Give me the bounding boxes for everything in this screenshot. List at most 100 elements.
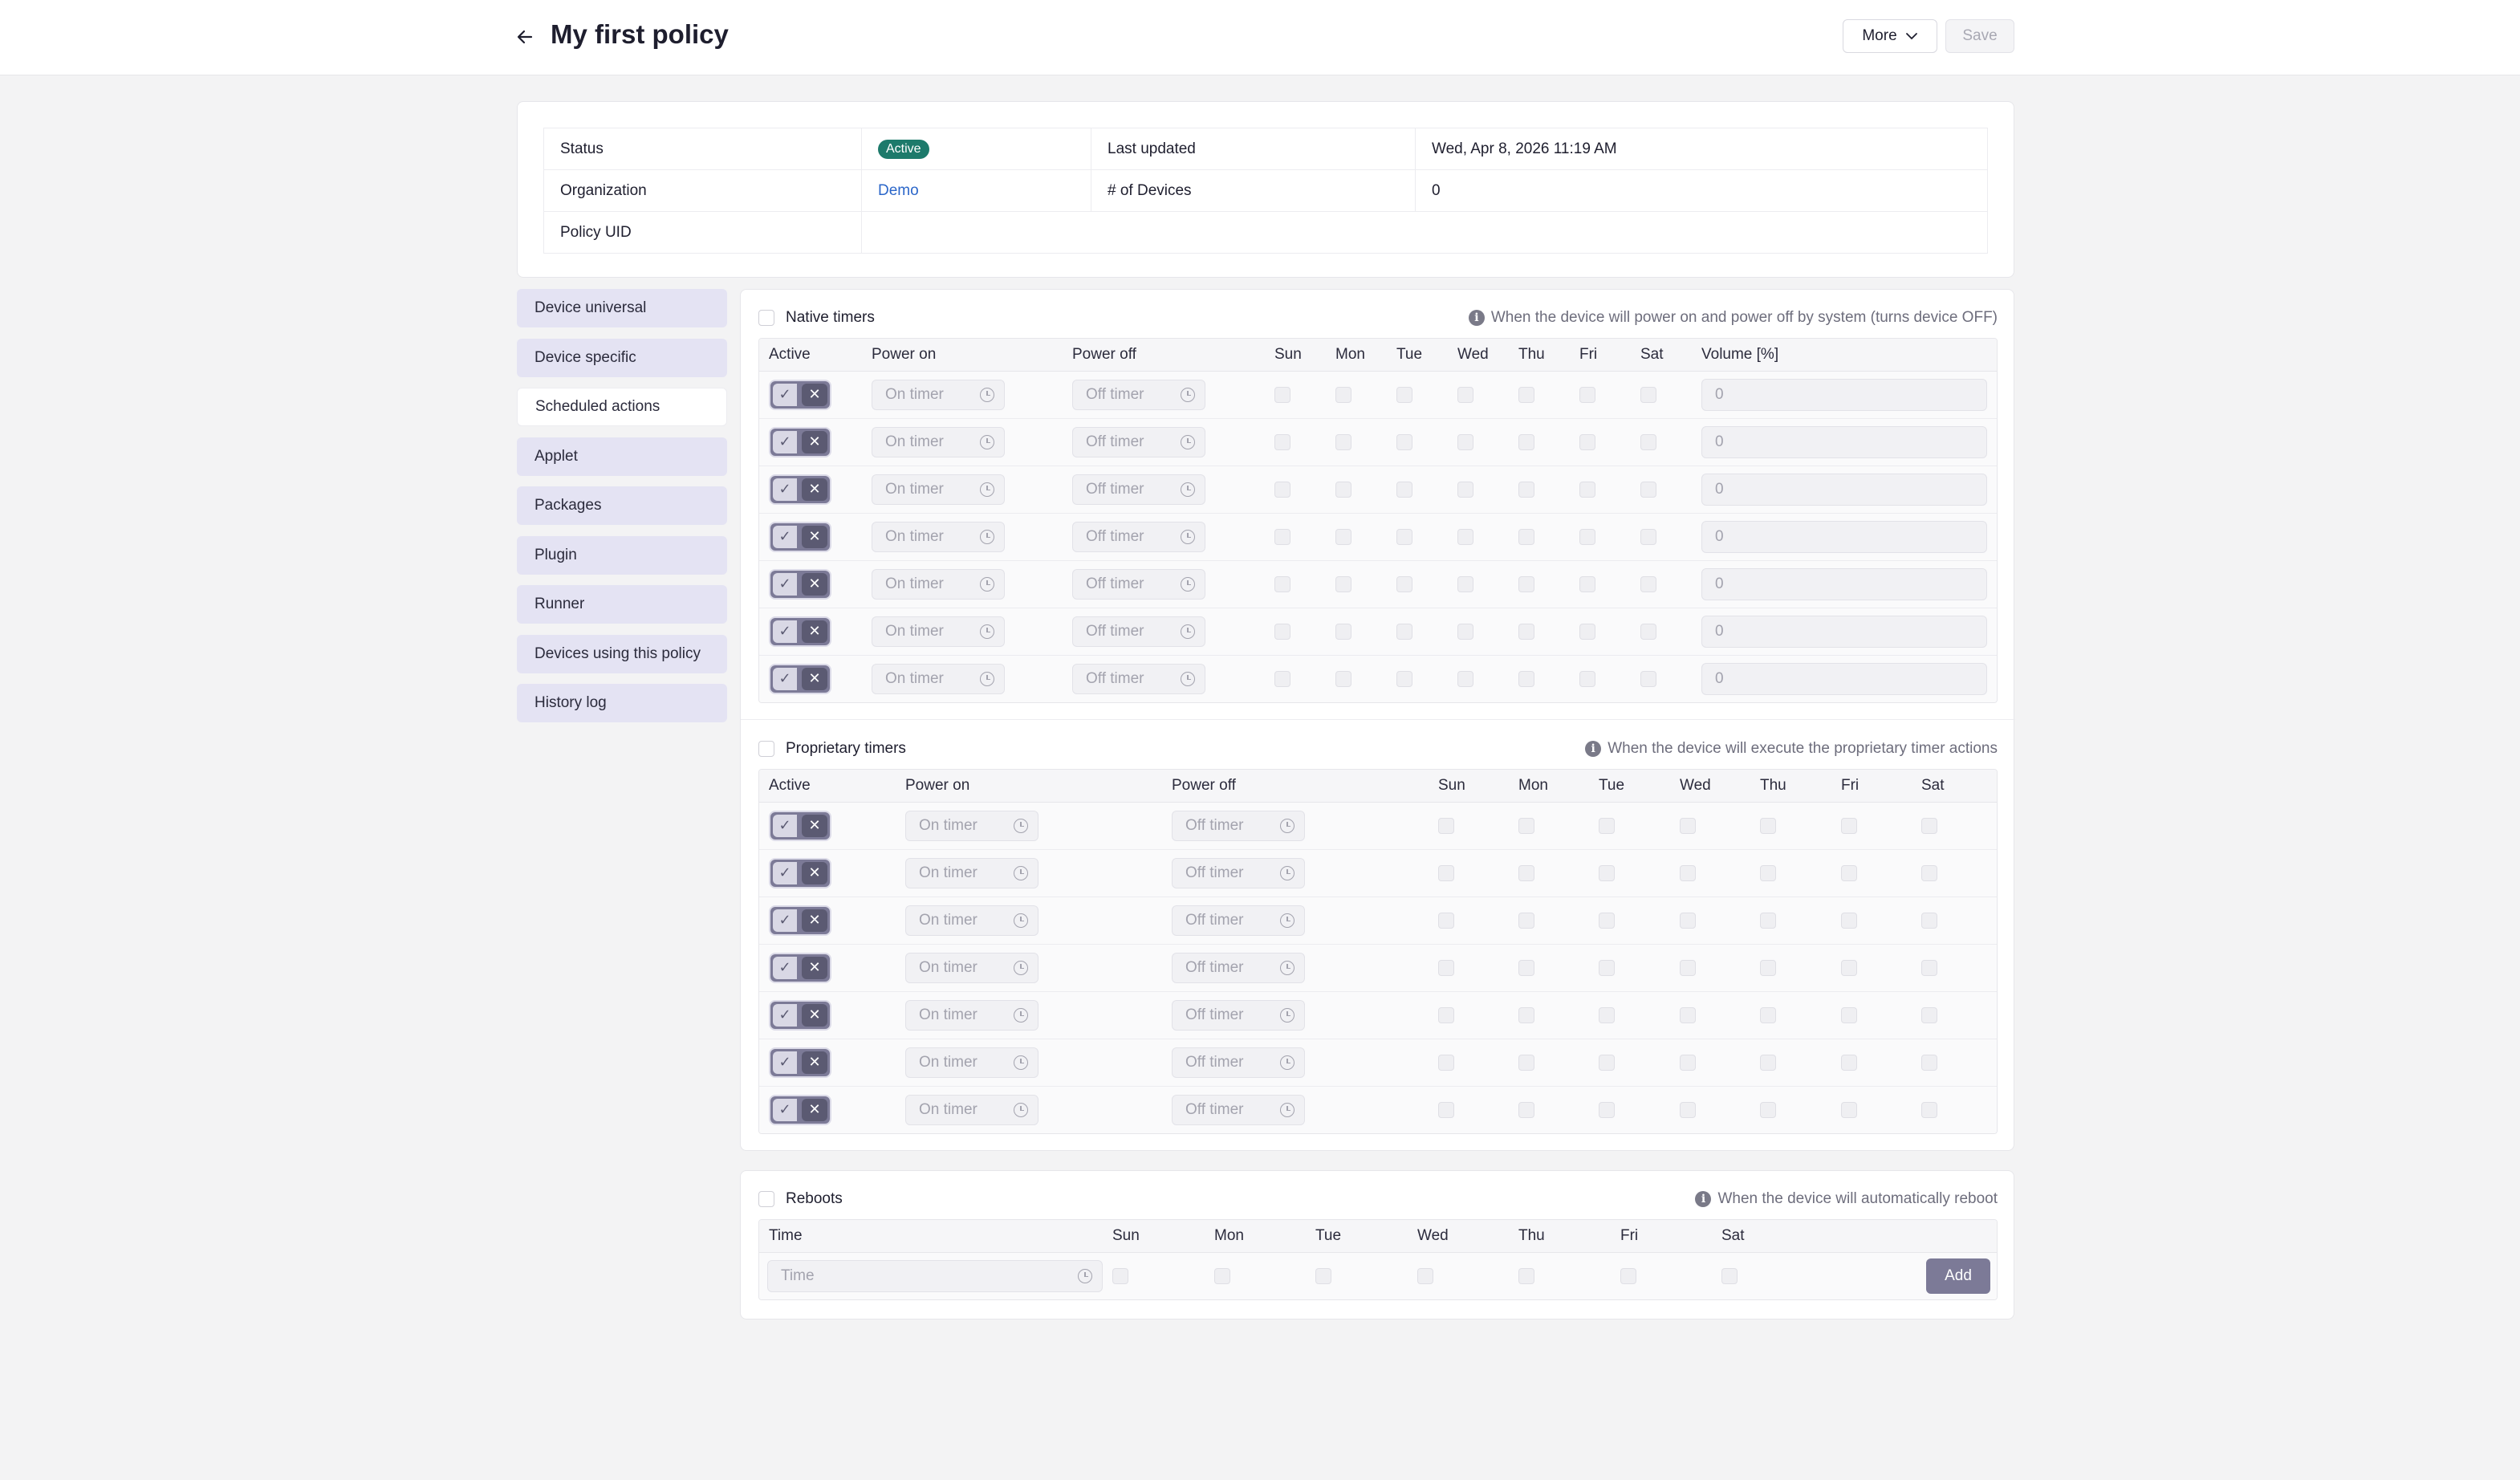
on-timer-input[interactable]: On timer (905, 1094, 1038, 1125)
tue-checkbox[interactable] (1396, 481, 1412, 498)
volume-input[interactable]: 0 (1701, 567, 1987, 600)
tue-checkbox[interactable] (1599, 817, 1615, 834)
on-timer-input[interactable]: On timer (872, 616, 1005, 647)
tue-checkbox[interactable] (1396, 386, 1412, 403)
sun-checkbox[interactable] (1274, 575, 1290, 592)
wed-checkbox[interactable] (1457, 386, 1473, 403)
tue-checkbox[interactable] (1396, 623, 1412, 640)
reboot-mon-checkbox[interactable] (1214, 1267, 1230, 1284)
mon-checkbox[interactable] (1518, 1006, 1534, 1023)
mon-checkbox[interactable] (1335, 623, 1351, 640)
tue-checkbox[interactable] (1396, 433, 1412, 450)
save-button[interactable]: Save (1945, 19, 2014, 53)
sidebar-item-history-log[interactable]: History log (517, 684, 727, 722)
sun-checkbox[interactable] (1438, 912, 1454, 929)
sun-checkbox[interactable] (1438, 959, 1454, 976)
off-timer-input[interactable]: Off timer (1072, 663, 1205, 694)
sidebar-item-scheduled-actions[interactable]: Scheduled actions (517, 388, 727, 426)
mon-checkbox[interactable] (1335, 528, 1351, 545)
active-toggle[interactable]: ✓ ✕ (769, 1047, 831, 1078)
on-timer-input[interactable]: On timer (905, 999, 1038, 1031)
sun-checkbox[interactable] (1274, 386, 1290, 403)
sidebar-item-packages[interactable]: Packages (517, 486, 727, 525)
off-timer-input[interactable]: Off timer (1172, 1047, 1305, 1078)
wed-checkbox[interactable] (1680, 912, 1696, 929)
thu-checkbox[interactable] (1518, 575, 1534, 592)
volume-input[interactable]: 0 (1701, 520, 1987, 553)
thu-checkbox[interactable] (1518, 481, 1534, 498)
mon-checkbox[interactable] (1518, 1101, 1534, 1118)
wed-checkbox[interactable] (1680, 959, 1696, 976)
mon-checkbox[interactable] (1518, 864, 1534, 881)
mon-checkbox[interactable] (1335, 575, 1351, 592)
sun-checkbox[interactable] (1438, 1006, 1454, 1023)
active-toggle[interactable]: ✓ ✕ (769, 474, 831, 505)
fri-checkbox[interactable] (1841, 864, 1857, 881)
on-timer-input[interactable]: On timer (872, 379, 1005, 410)
fri-checkbox[interactable] (1579, 433, 1595, 450)
off-timer-input[interactable]: Off timer (1072, 379, 1205, 410)
sun-checkbox[interactable] (1438, 1101, 1454, 1118)
thu-checkbox[interactable] (1760, 1054, 1776, 1071)
mon-checkbox[interactable] (1335, 481, 1351, 498)
active-toggle[interactable]: ✓ ✕ (769, 379, 831, 410)
off-timer-input[interactable]: Off timer (1072, 568, 1205, 600)
tue-checkbox[interactable] (1599, 1054, 1615, 1071)
reboot-time-input[interactable]: Time (767, 1259, 1103, 1292)
on-timer-input[interactable]: On timer (905, 1047, 1038, 1078)
active-toggle[interactable]: ✓ ✕ (769, 810, 831, 841)
off-timer-input[interactable]: Off timer (1072, 474, 1205, 505)
reboot-fri-checkbox[interactable] (1620, 1267, 1636, 1284)
reboot-wed-checkbox[interactable] (1417, 1267, 1433, 1284)
volume-input[interactable]: 0 (1701, 425, 1987, 458)
on-timer-input[interactable]: On timer (872, 426, 1005, 457)
mon-checkbox[interactable] (1335, 670, 1351, 687)
wed-checkbox[interactable] (1457, 623, 1473, 640)
sat-checkbox[interactable] (1921, 864, 1937, 881)
sidebar-item-device-universal[interactable]: Device universal (517, 289, 727, 327)
wed-checkbox[interactable] (1457, 575, 1473, 592)
organization-link[interactable]: Demo (878, 182, 919, 199)
fri-checkbox[interactable] (1579, 481, 1595, 498)
thu-checkbox[interactable] (1518, 386, 1534, 403)
on-timer-input[interactable]: On timer (872, 474, 1005, 505)
active-toggle[interactable]: ✓ ✕ (769, 905, 831, 936)
sidebar-item-plugin[interactable]: Plugin (517, 535, 727, 575)
add-reboot-button[interactable]: Add (1926, 1258, 1990, 1294)
sidebar-item-runner[interactable]: Runner (517, 585, 727, 624)
sidebar-item-applet[interactable]: Applet (517, 437, 727, 476)
active-toggle[interactable]: ✓ ✕ (769, 616, 831, 647)
thu-checkbox[interactable] (1518, 528, 1534, 545)
sun-checkbox[interactable] (1438, 1054, 1454, 1071)
thu-checkbox[interactable] (1518, 623, 1534, 640)
off-timer-input[interactable]: Off timer (1072, 616, 1205, 647)
active-toggle[interactable]: ✓ ✕ (769, 999, 831, 1031)
fri-checkbox[interactable] (1841, 817, 1857, 834)
tue-checkbox[interactable] (1599, 1101, 1615, 1118)
sat-checkbox[interactable] (1640, 481, 1656, 498)
thu-checkbox[interactable] (1760, 1006, 1776, 1023)
native-timers-checkbox[interactable] (758, 310, 774, 326)
thu-checkbox[interactable] (1518, 670, 1534, 687)
sat-checkbox[interactable] (1921, 817, 1937, 834)
sat-checkbox[interactable] (1640, 575, 1656, 592)
active-toggle[interactable]: ✓ ✕ (769, 521, 831, 552)
mon-checkbox[interactable] (1518, 817, 1534, 834)
sat-checkbox[interactable] (1640, 670, 1656, 687)
thu-checkbox[interactable] (1760, 864, 1776, 881)
volume-input[interactable]: 0 (1701, 473, 1987, 506)
thu-checkbox[interactable] (1518, 433, 1534, 450)
active-toggle[interactable]: ✓ ✕ (769, 952, 831, 983)
off-timer-input[interactable]: Off timer (1172, 952, 1305, 983)
volume-input[interactable]: 0 (1701, 662, 1987, 695)
thu-checkbox[interactable] (1760, 1101, 1776, 1118)
fri-checkbox[interactable] (1579, 670, 1595, 687)
fri-checkbox[interactable] (1841, 1101, 1857, 1118)
mon-checkbox[interactable] (1518, 912, 1534, 929)
active-toggle[interactable]: ✓ ✕ (769, 568, 831, 600)
tue-checkbox[interactable] (1599, 959, 1615, 976)
tue-checkbox[interactable] (1396, 575, 1412, 592)
volume-input[interactable]: 0 (1701, 378, 1987, 411)
tue-checkbox[interactable] (1599, 1006, 1615, 1023)
tue-checkbox[interactable] (1599, 912, 1615, 929)
